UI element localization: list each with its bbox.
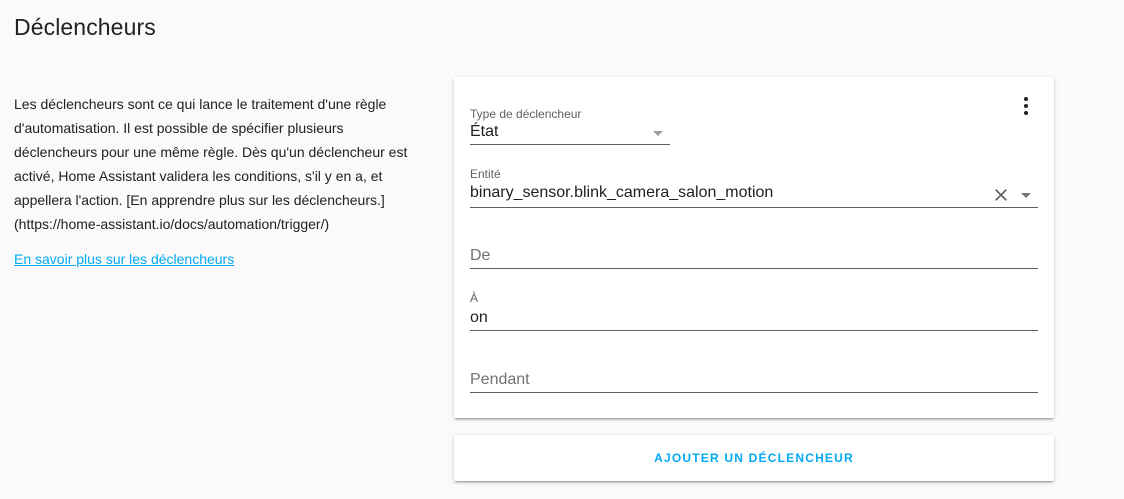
triggers-page: Déclencheurs Les déclencheurs sont ce qu… bbox=[0, 0, 1124, 499]
add-trigger-button[interactable]: AJOUTER UN DÉCLENCHEUR bbox=[454, 435, 1054, 481]
from-field[interactable]: De bbox=[470, 228, 1038, 269]
from-placeholder: De bbox=[470, 247, 491, 264]
caret-down-icon[interactable] bbox=[1021, 193, 1031, 198]
to-value: on bbox=[470, 309, 488, 326]
learn-more-link[interactable]: En savoir plus sur les déclencheurs bbox=[14, 251, 234, 267]
close-icon[interactable] bbox=[991, 185, 1011, 205]
to-label: À bbox=[470, 291, 479, 305]
page-title: Déclencheurs bbox=[14, 14, 156, 40]
trigger-type-label: Type de déclencheur bbox=[470, 107, 582, 121]
add-trigger-label: AJOUTER UN DÉCLENCHEUR bbox=[654, 451, 854, 465]
trigger-type-dropdown[interactable]: Type de déclencheur État bbox=[470, 105, 670, 145]
entity-value: binary_sensor.blink_camera_salon_motion bbox=[470, 184, 774, 201]
to-field[interactable]: À on bbox=[470, 290, 1038, 331]
caret-down-icon bbox=[653, 131, 663, 136]
dots-vertical-icon[interactable] bbox=[1016, 95, 1036, 117]
intro-text: Les déclencheurs sont ce qui lance le tr… bbox=[14, 96, 408, 232]
for-placeholder: Pendant bbox=[470, 371, 530, 388]
for-field[interactable]: Pendant bbox=[470, 352, 1038, 393]
trigger-type-value: État bbox=[470, 123, 499, 140]
triggers-description: Les déclencheurs sont ce qui lance le tr… bbox=[14, 92, 414, 236]
trigger-card: Type de déclencheur État Entité binary_s… bbox=[454, 77, 1054, 418]
entity-field[interactable]: Entité binary_sensor.blink_camera_salon_… bbox=[470, 166, 1038, 208]
entity-label: Entité bbox=[470, 167, 501, 181]
